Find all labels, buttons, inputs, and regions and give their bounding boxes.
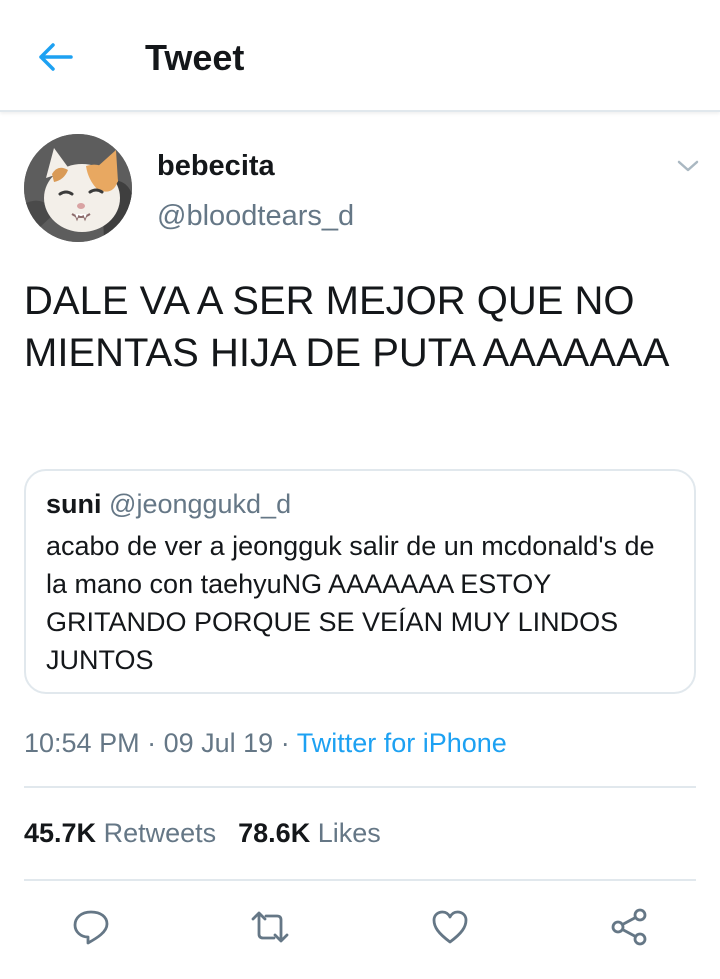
quoted-tweet-text: acabo de ver a jeongguk salir de un mcdo… <box>46 531 655 675</box>
retweets-stat[interactable]: 45.7K Retweets <box>24 818 216 848</box>
likes-label: Likes <box>317 818 381 848</box>
divider <box>24 879 696 881</box>
retweet-icon <box>251 911 289 943</box>
avatar[interactable] <box>24 134 132 242</box>
top-bar: Tweet <box>0 0 720 112</box>
reply-button[interactable] <box>69 905 113 949</box>
arrow-left-icon <box>39 43 73 71</box>
heart-icon <box>432 910 468 944</box>
retweets-count: 45.7K <box>24 818 97 848</box>
quoted-tweet-header: suni @jeonggukd_d <box>46 487 674 521</box>
likes-count: 78.6K <box>238 818 311 848</box>
meta-separator: · <box>280 728 290 758</box>
quoted-tweet-card[interactable]: suni @jeonggukd_d acabo de ver a jeonggu… <box>24 469 696 694</box>
author-display-name[interactable]: bebecita <box>157 149 275 183</box>
tweet-timestamp: 10:54 PM · 09 Jul 19 · Twitter for iPhon… <box>24 725 507 761</box>
tweet-source-link[interactable]: Twitter for iPhone <box>297 728 507 758</box>
cat-avatar-image <box>24 134 132 242</box>
chevron-down-icon <box>677 160 699 172</box>
share-icon <box>611 908 647 946</box>
tweet-time: 10:54 PM <box>24 728 140 758</box>
quoted-author-name: suni <box>46 489 102 519</box>
meta-separator: · <box>147 728 157 758</box>
divider <box>24 786 696 788</box>
author-handle[interactable]: @bloodtears_d <box>157 199 354 233</box>
like-button[interactable] <box>428 905 472 949</box>
retweets-label: Retweets <box>103 818 217 848</box>
tweet-action-bar <box>0 897 720 959</box>
quoted-author-handle: @jeonggukd_d <box>109 489 292 519</box>
likes-stat[interactable]: 78.6K Likes <box>238 818 381 848</box>
page-title: Tweet <box>145 37 245 78</box>
share-button[interactable] <box>607 905 651 949</box>
tweet-date: 09 Jul 19 <box>163 728 274 758</box>
tweet-stats: 45.7K Retweets 78.6K Likes <box>24 815 381 851</box>
back-button[interactable] <box>30 36 80 78</box>
reply-icon <box>73 910 109 945</box>
tweet-text: DALE VA A SER MEJOR QUE NO MIENTAS HIJA … <box>24 279 670 375</box>
tweet-options-button[interactable] <box>672 152 704 180</box>
retweet-button[interactable] <box>248 905 292 949</box>
